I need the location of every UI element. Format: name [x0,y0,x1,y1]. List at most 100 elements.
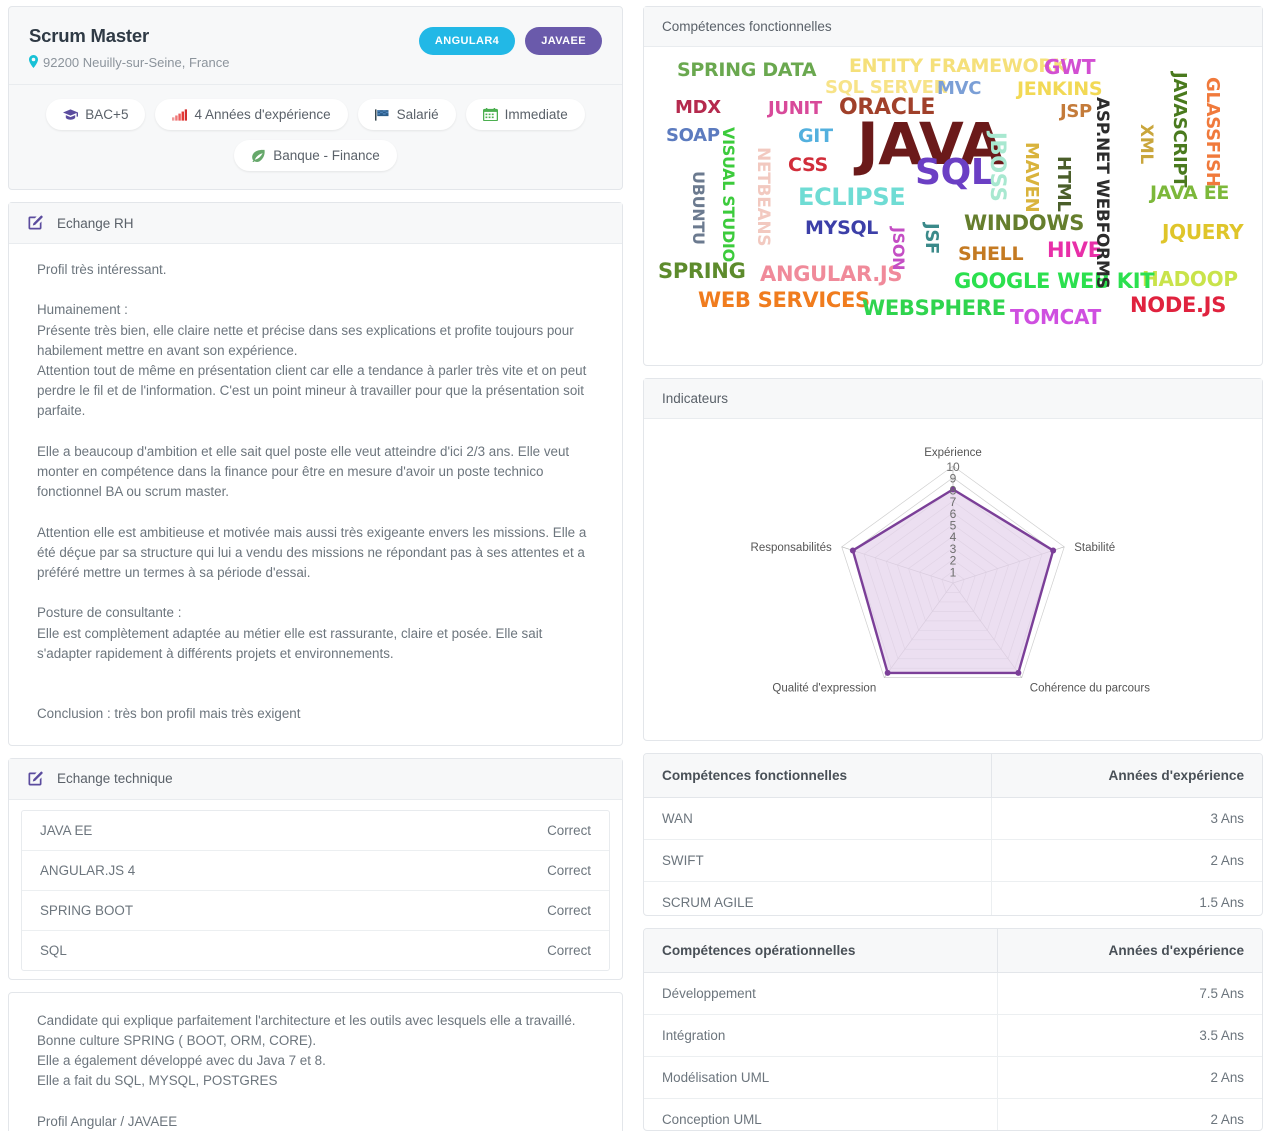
table-competences-operationnelles: Compétences opérationnelles Années d'exp… [643,928,1263,1131]
table-row[interactable]: Modélisation UML 2 Ans [644,1056,1262,1099]
radar-category-label: Qualité d'expression [772,683,876,695]
cloud-word[interactable]: CSS [788,156,828,175]
cloud-word[interactable]: NETBEANS [753,147,773,246]
cloud-word[interactable]: UBUNTU [689,171,708,245]
table-row[interactable]: SQL Correct [22,931,609,970]
table-row[interactable]: SCRUM AGILE 1.5 Ans [644,881,1262,915]
cloud-word[interactable]: SPRING [658,261,746,282]
pill-sector[interactable]: Banque - Finance [234,140,397,171]
pill-sector-label: Banque - Finance [273,148,380,163]
cloud-word[interactable]: VISUAL STUDIO [719,127,738,262]
cloud-word[interactable]: SQL [915,155,994,191]
cloud-word[interactable]: HADOOP [1142,269,1238,289]
cloud-word[interactable]: SOAP [666,127,720,145]
cloud-word[interactable]: GIT [798,127,833,146]
cloud-word[interactable]: GOOGLE WEB KIT [954,271,1155,292]
radar-data-point[interactable] [884,669,891,676]
table-row[interactable]: JAVA EE Correct [22,811,609,851]
pill-row-primary: BAC+5 4 Années d'expérience Salarié Imme… [23,99,608,130]
pill-availability[interactable]: Immediate [465,99,585,130]
cloud-word[interactable]: HTML [1053,156,1074,212]
badge-javaee[interactable]: JAVAEE [525,27,602,55]
cloud-word[interactable]: WEBSPHERE [862,298,1006,319]
table-competences-fonctionnelles: Compétences fonctionnelles Années d'expé… [643,753,1263,916]
cloud-word[interactable]: ASP.NET WEBFORMS [1092,97,1112,288]
cloud-word[interactable]: JBOSS [986,132,1010,201]
indicateurs-card: Indicateurs 1 2 3 4 5 6 7 8 9 10 Expérience Stabili… [643,378,1263,741]
cloud-word[interactable]: XML [1136,124,1156,164]
cloud-word[interactable]: ENTITY FRAMEWORK [849,57,1067,76]
cloud-word[interactable]: WINDOWS [964,213,1084,234]
cloud-word[interactable]: MVC [937,80,981,98]
echange-technique-header: Echange technique [9,758,622,800]
edit-square-icon[interactable] [27,771,43,787]
cloud-word[interactable]: TOMCAT [1010,307,1101,327]
cell-skill-name: Développement [644,972,998,1015]
competences-cloud-header: Compétences fonctionnelles [644,7,1262,47]
radar-data-point[interactable] [849,547,856,554]
competences-cloud-title: Compétences fonctionnelles [662,19,832,34]
table-row[interactable]: ANGULAR.JS 4 Correct [22,851,609,891]
cloud-word[interactable]: GWT [1044,57,1096,77]
col-header-skill: Compétences fonctionnelles [644,754,992,798]
cloud-word[interactable]: JSON [889,227,908,270]
competences-fonctionnelles-body: WAN 3 Ans SWIFT 2 Ans SCRUM AGILE 1.5 Ans [644,797,1262,915]
cell-years: 2 Ans [991,839,1262,882]
indicateurs-title: Indicateurs [662,391,729,406]
cell-skill-name: SWIFT [644,839,992,882]
cell-years: 7.5 Ans [997,972,1262,1015]
cloud-word[interactable]: JUNIT [768,100,822,118]
cloud-word[interactable]: SPRING DATA [677,61,817,80]
cloud-word[interactable]: MAVEN [1021,142,1042,212]
table-row[interactable]: SPRING BOOT Correct [22,891,609,931]
cell-years: 1.5 Ans [991,881,1262,915]
edit-square-icon[interactable] [27,215,43,231]
pill-education[interactable]: BAC+5 [46,99,146,130]
competences-cloud-card: Compétences fonctionnelles SPRING DATA EN… [643,6,1263,366]
table-row[interactable]: Développement 7.5 Ans [644,972,1262,1015]
cloud-word[interactable]: ANGULAR.JS [760,264,903,285]
skill-name: ANGULAR.JS 4 [40,862,136,878]
graduation-cap-icon [63,108,79,121]
cloud-word[interactable]: MDX [675,99,721,117]
cloud-word[interactable]: JSF [921,223,942,254]
cell-skill-name: Conception UML [662,1112,762,1127]
competences-fonctionnelles-table: Compétences fonctionnelles Années d'expé… [644,754,1262,915]
radar-category-label: Expérience [924,447,982,459]
radar-data-point[interactable] [1015,669,1022,676]
pill-row-secondary: Banque - Finance [23,140,608,171]
cloud-word[interactable]: GLASSFISH [1202,77,1223,187]
cloud-word[interactable]: NODE.JS [1130,295,1226,316]
badge-angular4[interactable]: ANGULAR4 [418,27,516,55]
pill-experience[interactable]: 4 Années d'expérience [155,99,348,130]
radar-category-label: Cohérence du parcours [1030,683,1150,695]
pill-contract-label: Salarié [396,107,439,122]
echange-rh-body: Profil très intéressant. Humainement : P… [9,244,622,745]
echange-rh-title: Echange RH [57,215,134,231]
table-row[interactable]: Intégration 3.5 Ans [644,1014,1262,1057]
cloud-word[interactable]: MYSQL [805,219,878,238]
radar-tick-label: 10 [946,460,960,474]
table-row[interactable]: Conception UML 2 Ans [644,1098,1262,1130]
pill-contract[interactable]: Salarié [357,99,456,130]
radar-category-label: Responsabilités [751,542,832,554]
cloud-word[interactable]: JSP [1060,103,1092,121]
cloud-word[interactable]: JENKINS [1017,80,1103,99]
table-row[interactable]: WAN 3 Ans [644,797,1262,840]
calendar-icon [482,108,498,121]
cloud-word[interactable]: SHELL [958,245,1024,264]
radar-data-point[interactable] [1050,547,1057,554]
word-cloud: SPRING DATA ENTITY FRAMEWORK SQL SERVER GWT… [650,49,1256,359]
skill-result: Correct [547,822,591,838]
cloud-word[interactable]: WEB SERVICES [698,290,870,311]
cloud-word[interactable]: JQUERY [1162,222,1244,242]
table-row[interactable]: SWIFT 2 Ans [644,839,1262,882]
profile-page: Scrum Master 92200 Neuilly-sur-Seine, Fr… [0,0,1271,1131]
radar-chart: 12345678910ExpérienceStabilitéCohérence … [751,447,1151,695]
candidate-location-label: 92200 Neuilly-sur-Seine, France [43,55,230,70]
cloud-word[interactable]: JAVASCRIPT [1169,72,1190,187]
competences-operationnelles-table: Compétences opérationnelles Années d'exp… [644,929,1262,1130]
cloud-word[interactable]: ECLIPSE [798,185,906,209]
cell-years: 2 Ans [997,1056,1262,1099]
cell-years: 3.5 Ans [997,1014,1262,1057]
